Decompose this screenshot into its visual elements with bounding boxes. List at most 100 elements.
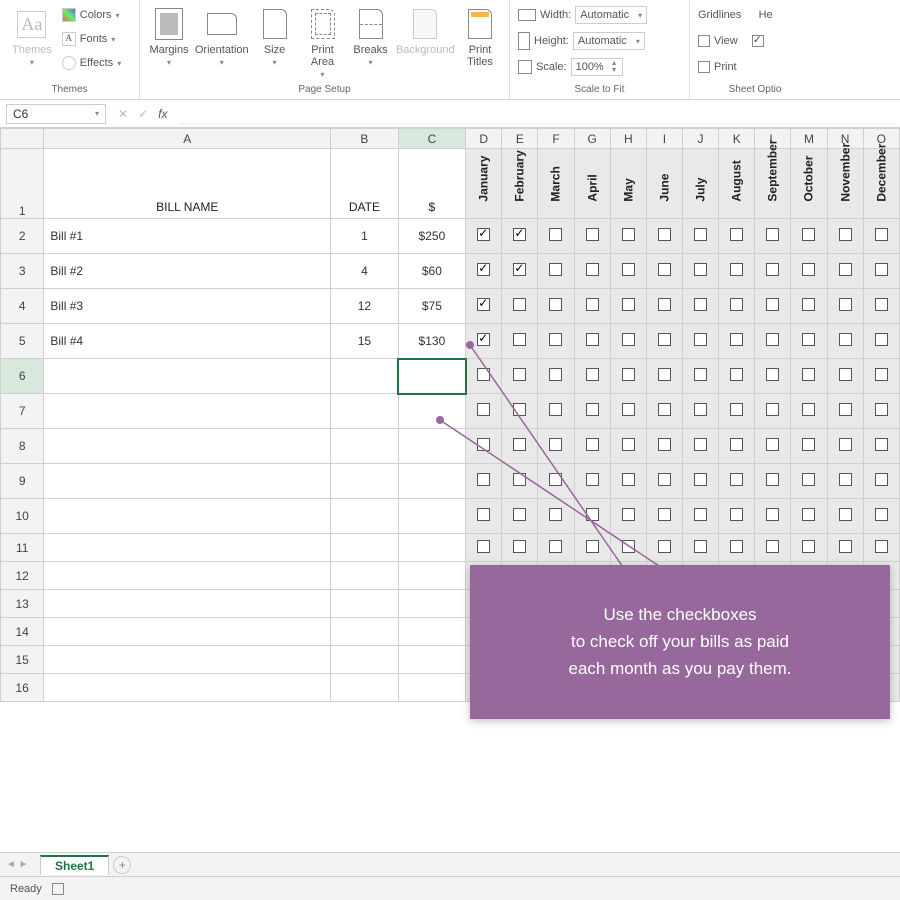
checkbox-icon[interactable] <box>730 228 743 241</box>
cell-checkbox[interactable] <box>719 359 755 394</box>
checkbox-icon[interactable] <box>477 438 490 451</box>
cell[interactable] <box>331 429 398 464</box>
checkbox-icon[interactable] <box>694 473 707 486</box>
checkbox-icon[interactable] <box>730 508 743 521</box>
header-month-1[interactable]: February <box>502 149 538 219</box>
cell-checkbox[interactable] <box>502 324 538 359</box>
cell-checkbox[interactable] <box>502 534 538 562</box>
cell-amount[interactable]: $75 <box>398 289 465 324</box>
checkbox-icon[interactable] <box>622 298 635 311</box>
cell-checkbox[interactable] <box>719 534 755 562</box>
col-header-K[interactable]: K <box>719 129 755 149</box>
cell-checkbox[interactable] <box>538 534 574 562</box>
checkbox-icon[interactable] <box>658 228 671 241</box>
checkbox-icon[interactable] <box>802 298 815 311</box>
cell-checkbox[interactable] <box>827 464 863 499</box>
checkbox-icon[interactable] <box>875 540 888 553</box>
checkbox-icon[interactable] <box>802 540 815 553</box>
cell-checkbox[interactable] <box>863 359 899 394</box>
cell-checkbox[interactable] <box>574 429 610 464</box>
header-month-5[interactable]: June <box>646 149 682 219</box>
cell[interactable] <box>44 534 331 562</box>
cell-checkbox[interactable] <box>755 289 791 324</box>
cell[interactable] <box>398 464 465 499</box>
cell-amount[interactable]: $130 <box>398 324 465 359</box>
header-month-2[interactable]: March <box>538 149 574 219</box>
cell-checkbox[interactable] <box>719 324 755 359</box>
cell-checkbox[interactable] <box>610 359 646 394</box>
cell-checkbox[interactable] <box>719 254 755 289</box>
checkbox-icon[interactable] <box>549 438 562 451</box>
cell-checkbox[interactable] <box>755 499 791 534</box>
cell-checkbox[interactable] <box>791 254 827 289</box>
cell-checkbox[interactable] <box>791 534 827 562</box>
cell[interactable] <box>331 618 398 646</box>
cell[interactable] <box>44 590 331 618</box>
cell-checkbox[interactable] <box>863 394 899 429</box>
cell[interactable] <box>331 590 398 618</box>
checkbox-icon[interactable] <box>586 298 599 311</box>
cell[interactable] <box>44 646 331 674</box>
checkbox-icon[interactable] <box>586 263 599 276</box>
cell[interactable] <box>331 499 398 534</box>
cell-checkbox[interactable] <box>719 289 755 324</box>
cell-checkbox[interactable] <box>791 289 827 324</box>
cell-checkbox[interactable] <box>863 534 899 562</box>
checkbox-icon[interactable] <box>477 368 490 381</box>
cell-checkbox[interactable] <box>827 499 863 534</box>
cell-checkbox[interactable] <box>538 359 574 394</box>
gridlines-print-checkbox[interactable] <box>698 61 710 73</box>
checkbox-icon[interactable] <box>658 333 671 346</box>
cell-checkbox[interactable] <box>574 534 610 562</box>
cell-checkbox[interactable] <box>682 464 718 499</box>
height-select[interactable]: Automatic▾ <box>573 32 645 50</box>
checkbox-icon[interactable] <box>549 228 562 241</box>
cell-checkbox[interactable] <box>791 394 827 429</box>
checkbox-icon[interactable] <box>549 540 562 553</box>
checkbox-icon[interactable] <box>622 333 635 346</box>
row-header-15[interactable]: 15 <box>1 646 44 674</box>
formula-input[interactable] <box>179 104 894 124</box>
cell-checkbox[interactable] <box>719 394 755 429</box>
checkbox-icon[interactable] <box>730 438 743 451</box>
tab-nav[interactable]: ◄ ► <box>6 859 29 870</box>
cell-checkbox[interactable] <box>574 289 610 324</box>
col-header-H[interactable]: H <box>610 129 646 149</box>
row-header-5[interactable]: 5 <box>1 324 44 359</box>
checkbox-icon[interactable] <box>802 228 815 241</box>
cell-checkbox[interactable] <box>574 359 610 394</box>
cell-checkbox[interactable] <box>755 464 791 499</box>
checkbox-icon[interactable] <box>622 403 635 416</box>
width-select[interactable]: Automatic▾ <box>575 6 647 24</box>
cell-checkbox[interactable] <box>466 324 502 359</box>
checkbox-icon[interactable] <box>766 540 779 553</box>
row-header-7[interactable]: 7 <box>1 394 44 429</box>
row-header-6[interactable]: 6 <box>1 359 44 394</box>
checkbox-icon[interactable] <box>586 228 599 241</box>
checkbox-icon[interactable] <box>839 508 852 521</box>
cell-checkbox[interactable] <box>682 254 718 289</box>
cell[interactable] <box>44 499 331 534</box>
cell-checkbox[interactable] <box>466 394 502 429</box>
checkbox-icon[interactable] <box>586 368 599 381</box>
checkbox-icon[interactable] <box>586 540 599 553</box>
checkbox-icon[interactable] <box>875 263 888 276</box>
cell-checkbox[interactable] <box>682 359 718 394</box>
checkbox-icon[interactable] <box>766 438 779 451</box>
cell-date[interactable]: 1 <box>331 219 398 254</box>
checkbox-icon[interactable] <box>586 333 599 346</box>
row-header-11[interactable]: 11 <box>1 534 44 562</box>
checkbox-icon[interactable] <box>477 540 490 553</box>
effects-button[interactable]: Effects▾ <box>62 52 121 74</box>
row-header-13[interactable]: 13 <box>1 590 44 618</box>
checkbox-icon[interactable] <box>586 508 599 521</box>
cell-checkbox[interactable] <box>791 359 827 394</box>
header-bill-name[interactable]: BILL NAME <box>44 149 331 219</box>
checkbox-icon[interactable] <box>839 438 852 451</box>
gridlines-view-checkbox[interactable] <box>698 35 710 47</box>
cell[interactable] <box>398 562 465 590</box>
cell-bill-name[interactable]: Bill #4 <box>44 324 331 359</box>
cell[interactable] <box>398 618 465 646</box>
checkbox-icon[interactable] <box>549 298 562 311</box>
header-month-4[interactable]: May <box>610 149 646 219</box>
